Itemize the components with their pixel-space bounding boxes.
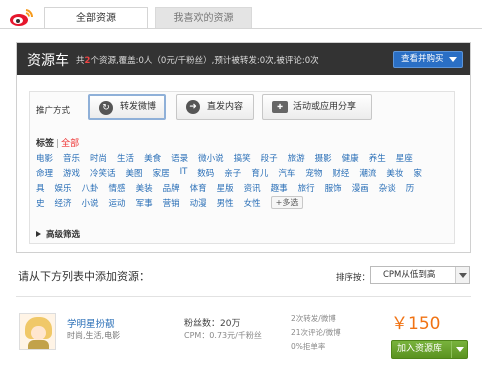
- tag-item[interactable]: 健康: [342, 152, 359, 164]
- tag-item[interactable]: 美妆: [386, 167, 403, 179]
- tag-item[interactable]: 财经: [332, 167, 349, 179]
- weibo-logo-icon: [10, 9, 34, 26]
- tag-item[interactable]: 游戏: [63, 167, 80, 179]
- fans-count: 粉丝数：20万: [184, 319, 241, 329]
- tab-all-resources[interactable]: 全部资源: [44, 7, 148, 28]
- tag-item[interactable]: 资讯: [244, 182, 261, 194]
- sort-select[interactable]: CPM从低到高: [370, 266, 470, 284]
- chevron-down-icon: [455, 267, 469, 283]
- price: ￥150: [391, 314, 441, 334]
- tag-item[interactable]: 冷笑话: [90, 167, 116, 179]
- filter-box: 推广方式 ↻ 转发微博 ➜ 直发内容 ✚ 活动或应用分享 标签 | 全部 电影 音乐时…: [29, 91, 455, 244]
- tag-item[interactable]: 时尚: [90, 152, 107, 164]
- tag-item[interactable]: 漫画: [352, 182, 369, 194]
- tag-item[interactable]: 旅行: [298, 182, 315, 194]
- repost-icon: ↻: [99, 101, 113, 115]
- add-resource-prompt: 请从下方列表中添加资源：: [18, 270, 150, 283]
- promo-post-button[interactable]: ➜ 直发内容: [176, 94, 254, 120]
- tag-item[interactable]: 趣事: [271, 182, 288, 194]
- tag-item[interactable]: 服饰: [325, 182, 342, 194]
- tag-item[interactable]: 音乐: [63, 152, 80, 164]
- chevron-down-icon[interactable]: [451, 341, 467, 358]
- tag-item[interactable]: 育儿: [251, 167, 268, 179]
- advanced-filter-toggle[interactable]: 高级筛选: [36, 228, 80, 240]
- tag-item[interactable]: 运动: [109, 197, 126, 209]
- filter-panel: 资源车 共2个资源,覆盖:0人（0元/千粉丝）,预计被转发:0次,被评论:0次 …: [16, 42, 471, 253]
- account-avatar[interactable]: [19, 313, 56, 350]
- resource-cart-stats: 共2个资源,覆盖:0人（0元/千粉丝）,预计被转发:0次,被评论:0次: [76, 56, 319, 66]
- tag-item[interactable]: 养生: [369, 152, 386, 164]
- tag-item[interactable]: 美食: [144, 152, 161, 164]
- tag-item[interactable]: 娱乐: [55, 182, 72, 194]
- tab-favorite-resources[interactable]: 我喜欢的资源: [155, 7, 252, 28]
- tag-item[interactable]: 家: [413, 167, 422, 179]
- tag-item[interactable]: 搞笑: [234, 152, 251, 164]
- multi-select-button[interactable]: +多选: [270, 196, 304, 209]
- tag-item[interactable]: 史: [36, 197, 45, 209]
- tag-item[interactable]: 品牌: [163, 182, 180, 194]
- promo-activity-share-button[interactable]: ✚ 活动或应用分享: [262, 94, 372, 120]
- tag-item[interactable]: 生活: [117, 152, 134, 164]
- promo-method-label: 推广方式: [36, 106, 71, 116]
- triangle-right-icon: [36, 231, 41, 237]
- tag-item[interactable]: 动漫: [190, 197, 207, 209]
- post-icon: ➜: [186, 100, 200, 114]
- tag-item[interactable]: 杂谈: [379, 182, 396, 194]
- tag-item[interactable]: 历: [406, 182, 415, 194]
- tag-item[interactable]: 具: [36, 182, 45, 194]
- tag-item[interactable]: 体育: [190, 182, 207, 194]
- tag-item[interactable]: 美图: [126, 167, 143, 179]
- tag-item[interactable]: 宠物: [305, 167, 322, 179]
- tag-item[interactable]: 男性: [217, 197, 234, 209]
- tag-item[interactable]: 星座: [396, 152, 413, 164]
- sort-label: 排序按：: [336, 273, 371, 283]
- tag-item[interactable]: 微小说: [198, 152, 224, 164]
- tag-item[interactable]: 经济: [55, 197, 72, 209]
- gamepad-icon: ✚: [272, 101, 288, 113]
- tag-label: 标签: [36, 139, 55, 149]
- promo-repost-button[interactable]: ↻ 转发微博: [88, 94, 166, 120]
- tag-item[interactable]: 摄影: [315, 152, 332, 164]
- tag-all[interactable]: 全部: [61, 139, 79, 149]
- tag-item[interactable]: 营销: [163, 197, 180, 209]
- tag-item[interactable]: 军事: [136, 197, 153, 209]
- tag-item[interactable]: 八卦: [82, 182, 99, 194]
- tag-item[interactable]: 女性: [244, 197, 261, 209]
- tag-item[interactable]: 小说: [82, 197, 99, 209]
- tag-item[interactable]: 家居: [153, 167, 170, 179]
- tag-item[interactable]: 电影: [36, 152, 53, 164]
- list-divider: [16, 296, 471, 297]
- repost-rate: 2次转发/微博: [291, 314, 336, 323]
- view-and-buy-button[interactable]: 查看并购买: [393, 51, 463, 68]
- account-categories: 时尚,生活,电影: [67, 331, 121, 340]
- reject-rate: 0%拒单率: [291, 342, 326, 351]
- top-bar: 全部资源 我喜欢的资源: [0, 0, 482, 34]
- resource-cart-title: 资源车: [27, 53, 69, 69]
- tag-item[interactable]: 星版: [217, 182, 234, 194]
- tag-item[interactable]: 旅游: [288, 152, 305, 164]
- tag-item[interactable]: 情感: [109, 182, 126, 194]
- tag-item[interactable]: 语录: [171, 152, 188, 164]
- add-to-library-button[interactable]: 加入资源库: [391, 340, 468, 359]
- tag-item[interactable]: 汽车: [278, 167, 295, 179]
- tag-item[interactable]: 数码: [197, 167, 214, 179]
- comment-rate: 21次评论/微博: [291, 328, 341, 337]
- cpm-value: CPM：0.73元/千粉丝: [184, 331, 262, 340]
- chevron-down-icon: [449, 57, 457, 62]
- tag-item[interactable]: 潮流: [359, 167, 376, 179]
- tag-item[interactable]: 亲子: [224, 167, 241, 179]
- tag-header: 标签 | 全部: [36, 139, 80, 149]
- tag-item[interactable]: 命理: [36, 167, 53, 179]
- tag-item[interactable]: 段子: [261, 152, 278, 164]
- account-name-link[interactable]: 学明星扮靓: [67, 316, 115, 330]
- tab-baseline: [0, 28, 482, 29]
- tag-item[interactable]: 美装: [136, 182, 153, 194]
- tag-item[interactable]: IT: [180, 167, 188, 177]
- resource-cart-bar: 资源车 共2个资源,覆盖:0人（0元/千粉丝）,预计被转发:0次,被评论:0次 …: [17, 43, 470, 75]
